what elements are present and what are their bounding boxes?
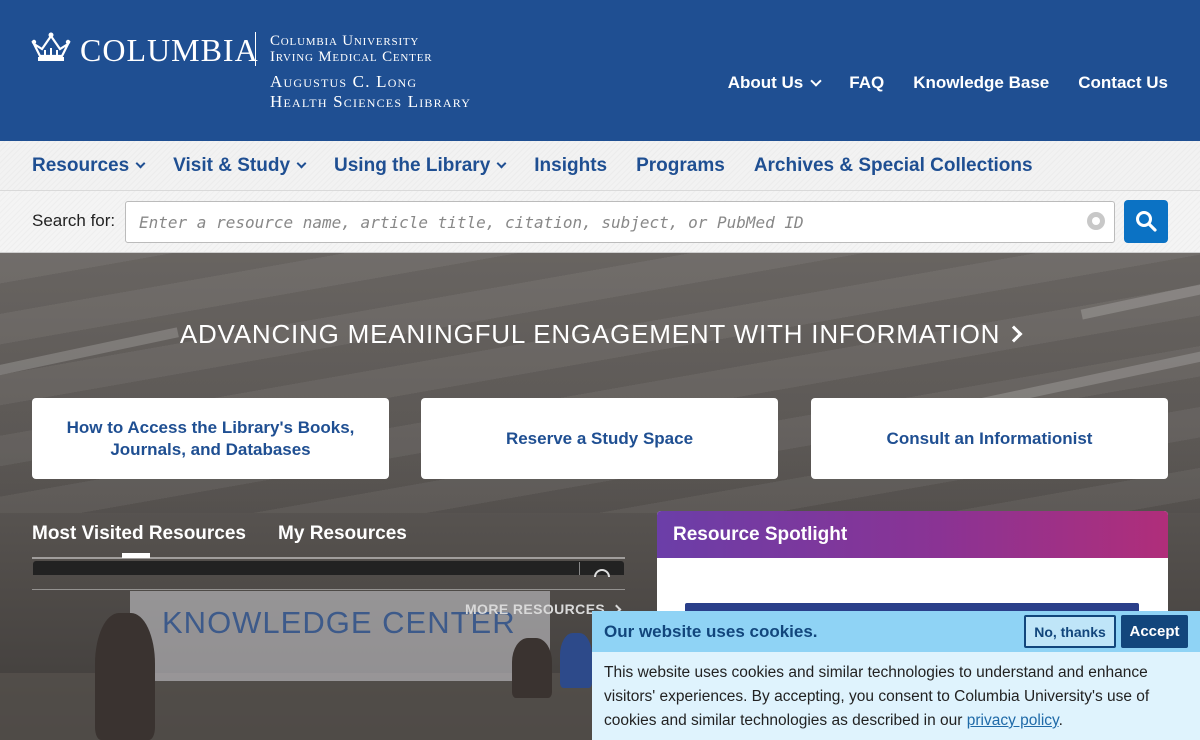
util-nav-knowledge-base[interactable]: Knowledge Base bbox=[913, 73, 1049, 93]
more-resources-label: MORE RESOURCES bbox=[465, 601, 606, 617]
nav-label: Resources bbox=[32, 154, 130, 176]
privacy-policy-link[interactable]: privacy policy bbox=[967, 712, 1059, 729]
clear-icon[interactable] bbox=[1087, 212, 1105, 230]
cuimc-line-1: Columbia University bbox=[270, 33, 420, 49]
resource-tabs: Most Visited Resources My Resources bbox=[32, 523, 407, 545]
crown-icon[interactable] bbox=[31, 30, 71, 64]
util-nav-label: FAQ bbox=[849, 73, 885, 92]
no-thanks-button[interactable]: No, thanks bbox=[1024, 615, 1116, 648]
cookie-header: Our website uses cookies. No, thanks Acc… bbox=[592, 611, 1200, 652]
nav-programs[interactable]: Programs bbox=[636, 155, 725, 177]
resource-select[interactable] bbox=[33, 561, 624, 575]
utility-nav: About Us FAQ Knowledge Base Contact Us bbox=[728, 73, 1168, 93]
util-nav-label: About Us bbox=[727, 73, 804, 92]
logo-divider bbox=[255, 32, 256, 66]
search-label: Search for: bbox=[32, 211, 116, 230]
nav-label: Insights bbox=[534, 154, 608, 176]
cookie-body-text: This website uses cookies and similar te… bbox=[604, 664, 1150, 729]
person-figure bbox=[560, 633, 592, 688]
chevron-right-icon bbox=[1005, 325, 1023, 343]
person-figure bbox=[95, 613, 155, 740]
cookie-title: Our website uses cookies. bbox=[604, 621, 818, 641]
tab-most-visited[interactable]: Most Visited Resources bbox=[32, 523, 246, 545]
library-line-1: Augustus C. Long bbox=[270, 72, 418, 91]
library-line-2: Health Sciences Library bbox=[270, 92, 472, 111]
main-nav: Resources Visit & Study Using the Librar… bbox=[0, 141, 1200, 191]
nav-label: Using the Library bbox=[334, 154, 491, 176]
chevron-down-icon bbox=[496, 158, 507, 169]
resource-select-divider bbox=[579, 562, 580, 575]
nav-insights[interactable]: Insights bbox=[534, 155, 607, 177]
resources-divider bbox=[32, 589, 625, 590]
spotlight-title: Resource Spotlight bbox=[657, 511, 1168, 558]
util-nav-about-us[interactable]: About Us bbox=[727, 73, 822, 93]
util-nav-contact-us[interactable]: Contact Us bbox=[1078, 73, 1168, 93]
cookie-body: This website uses cookies and similar te… bbox=[592, 652, 1200, 740]
tabs-divider bbox=[32, 557, 625, 559]
search-bar: Search for: bbox=[0, 191, 1200, 253]
cta-consult-informationist[interactable]: Consult an Informationist bbox=[811, 398, 1168, 479]
chevron-down-icon bbox=[296, 158, 307, 169]
accept-button[interactable]: Accept bbox=[1121, 615, 1188, 648]
chevron-down-icon bbox=[135, 158, 146, 169]
hero-title-link[interactable]: ADVANCING MEANINGFUL ENGAGEMENT WITH INF… bbox=[0, 319, 1200, 350]
search-input[interactable] bbox=[125, 201, 1115, 243]
tab-my-resources[interactable]: My Resources bbox=[278, 523, 407, 545]
site-header: COLUMBIA Columbia University Irving Medi… bbox=[0, 0, 1200, 141]
nav-label: Archives & Special Collections bbox=[753, 154, 1033, 176]
cuimc-wordmark[interactable]: Columbia University Irving Medical Cente… bbox=[270, 33, 432, 65]
cta-access-books[interactable]: How to Access the Library's Books, Journ… bbox=[32, 398, 389, 479]
util-nav-label: Contact Us bbox=[1078, 73, 1168, 92]
cuimc-line-2: Irving Medical Center bbox=[270, 49, 433, 65]
cookie-body-tail: . bbox=[1058, 712, 1063, 729]
chevron-down-icon bbox=[810, 75, 822, 87]
hero-title: ADVANCING MEANINGFUL ENGAGEMENT WITH INF… bbox=[179, 319, 1001, 349]
nav-using-library[interactable]: Using the Library bbox=[334, 154, 507, 177]
nav-visit-study[interactable]: Visit & Study bbox=[173, 154, 307, 177]
library-wordmark[interactable]: Augustus C. Long Health Sciences Library bbox=[270, 72, 471, 112]
cta-reserve-study-space[interactable]: Reserve a Study Space bbox=[421, 398, 778, 479]
util-nav-faq[interactable]: FAQ bbox=[849, 73, 884, 93]
nav-label: Programs bbox=[636, 154, 725, 176]
search-icon bbox=[1136, 211, 1157, 232]
nav-resources[interactable]: Resources bbox=[32, 154, 146, 177]
nav-archives[interactable]: Archives & Special Collections bbox=[754, 155, 1033, 177]
util-nav-label: Knowledge Base bbox=[913, 73, 1050, 92]
nav-label: Visit & Study bbox=[173, 154, 291, 176]
person-figure bbox=[512, 638, 552, 698]
columbia-logo-text[interactable]: COLUMBIA bbox=[80, 32, 259, 69]
knowledge-center-sign: KNOWLEDGE CENTER bbox=[162, 605, 516, 640]
cookie-banner: Our website uses cookies. No, thanks Acc… bbox=[592, 611, 1200, 740]
search-button[interactable] bbox=[1124, 200, 1168, 243]
